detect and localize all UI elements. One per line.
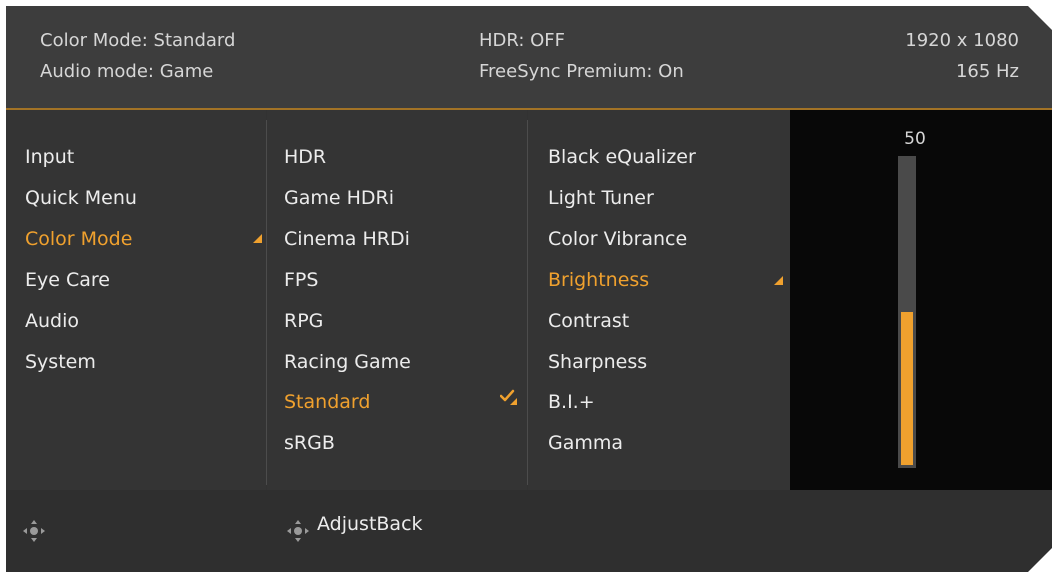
color-mode-hdr[interactable]: HDR: [284, 146, 326, 168]
setting-black-equalizer[interactable]: Black eQualizer: [548, 146, 696, 168]
setting-contrast[interactable]: Contrast: [548, 310, 629, 332]
resolution-status: 1920 x 1080: [905, 30, 1019, 51]
freesync-status: FreeSync Premium: On: [479, 61, 684, 82]
setting-gamma[interactable]: Gamma: [548, 432, 623, 454]
adjust-back-label: AdjustBack: [317, 513, 423, 535]
footer-bar: [6, 490, 1052, 572]
status-header: Color Mode: Standard Audio mode: Game HD…: [6, 6, 1052, 108]
color-mode-racing-game[interactable]: Racing Game: [284, 351, 411, 373]
setting-color-vibrance[interactable]: Color Vibrance: [548, 228, 687, 250]
brightness-slider[interactable]: [898, 156, 916, 468]
color-mode-status: Color Mode: Standard: [40, 30, 236, 51]
color-mode-rpg[interactable]: RPG: [284, 310, 323, 332]
selected-marker-icon: [253, 234, 262, 243]
color-mode-game-hdri[interactable]: Game HDRi: [284, 187, 394, 209]
color-mode-srgb[interactable]: sRGB: [284, 432, 335, 454]
osd-menu: Color Mode: Standard Audio mode: Game HD…: [6, 5, 1053, 573]
menu-item-input[interactable]: Input: [25, 146, 74, 168]
menu-item-color-mode[interactable]: Color Mode: [25, 228, 132, 250]
main-menu-column: Input Quick Menu Color Mode Eye Care Aud…: [6, 110, 266, 490]
settings-column: Black eQualizer Light Tuner Color Vibran…: [528, 110, 790, 490]
joystick-icon: [287, 520, 309, 542]
color-mode-column: HDR Game HDRi Cinema HRDi FPS RPG Racing…: [267, 110, 527, 490]
hdr-status: HDR: OFF: [479, 30, 566, 51]
corner-cut: [1027, 5, 1053, 31]
setting-sharpness[interactable]: Sharpness: [548, 351, 647, 373]
brightness-slider-fill: [901, 312, 913, 465]
color-mode-fps[interactable]: FPS: [284, 269, 318, 291]
brightness-value: 50: [904, 129, 926, 149]
menu-area: Input Quick Menu Color Mode Eye Care Aud…: [6, 110, 1052, 490]
audio-mode-status: Audio mode: Game: [40, 61, 214, 82]
color-mode-cinema-hdri[interactable]: Cinema HRDi: [284, 228, 410, 250]
corner-cut: [1027, 547, 1053, 573]
color-mode-standard[interactable]: Standard: [284, 391, 370, 413]
joystick-icon: [23, 520, 45, 542]
menu-item-audio[interactable]: Audio: [25, 310, 79, 332]
selected-marker-icon: [774, 276, 783, 285]
setting-brightness[interactable]: Brightness: [548, 269, 649, 291]
menu-item-eye-care[interactable]: Eye Care: [25, 269, 110, 291]
refresh-rate-status: 165 Hz: [955, 61, 1019, 82]
slider-panel: [790, 110, 1052, 490]
menu-item-system[interactable]: System: [25, 351, 96, 373]
checkmark-icon: [500, 389, 517, 405]
setting-bi-plus[interactable]: B.I.+: [548, 391, 595, 413]
menu-item-quick-menu[interactable]: Quick Menu: [25, 187, 137, 209]
setting-light-tuner[interactable]: Light Tuner: [548, 187, 654, 209]
